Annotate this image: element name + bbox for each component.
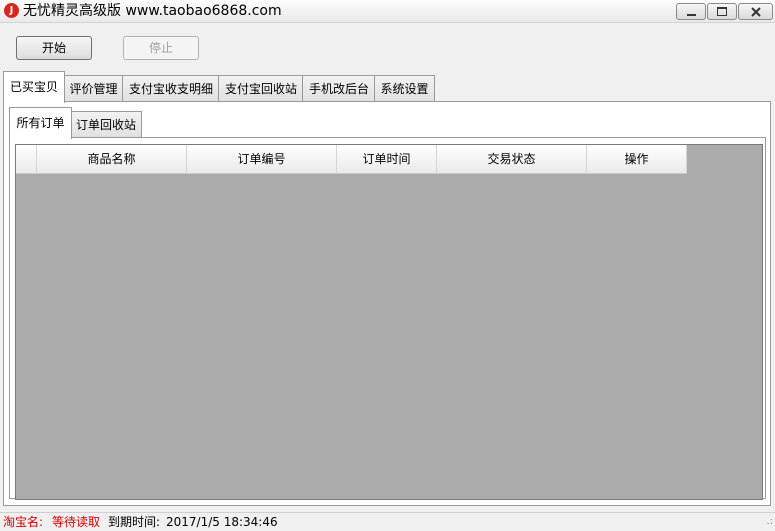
- taobao-name-value: 等待读取: [52, 515, 101, 529]
- tab-system-settings[interactable]: 系统设置: [374, 75, 435, 102]
- title-bar: J 无忧精灵高级版 www.taobao6868.com: [0, 0, 775, 23]
- column-header-actions[interactable]: 操作: [587, 145, 687, 173]
- close-button[interactable]: [738, 3, 773, 20]
- maximize-button[interactable]: [707, 3, 737, 20]
- tab-purchased-items[interactable]: 已买宝贝: [3, 71, 65, 103]
- stop-button[interactable]: 停止: [123, 36, 199, 60]
- column-header-order-number[interactable]: 订单编号: [187, 145, 337, 173]
- taobao-name-label: 淘宝名:: [3, 515, 44, 529]
- window-title: 无忧精灵高级版 www.taobao6868.com: [23, 3, 282, 19]
- expiry-value: 2017/1/5 18:34:46: [166, 515, 278, 529]
- resize-grip-icon[interactable]: .:: [766, 515, 773, 529]
- minimize-button[interactable]: [676, 3, 706, 20]
- close-icon: [750, 6, 761, 17]
- orders-grid[interactable]: 商品名称 订单编号 订单时间 交易状态 操作: [15, 144, 763, 500]
- app-logo-icon: J: [4, 3, 19, 18]
- column-header-product-name[interactable]: 商品名称: [37, 145, 187, 173]
- minimize-icon: [686, 13, 696, 16]
- column-header-trade-status[interactable]: 交易状态: [437, 145, 587, 173]
- status-bar: 淘宝名: 等待读取 到期时间: 2017/1/5 18:34:46 .:: [0, 512, 775, 531]
- start-button[interactable]: 开始: [16, 36, 92, 60]
- subtab-order-recycle-bin[interactable]: 订单回收站: [70, 111, 142, 138]
- maximize-icon: [717, 7, 727, 16]
- row-header-corner[interactable]: [16, 145, 37, 173]
- grid-header: 商品名称 订单编号 订单时间 交易状态 操作: [16, 145, 687, 174]
- tab-alipay-statement[interactable]: 支付宝收支明细: [122, 75, 220, 102]
- subtab-all-orders[interactable]: 所有订单: [9, 107, 72, 139]
- tab-review-management[interactable]: 评价管理: [63, 75, 124, 102]
- tab-alipay-recycle-bin[interactable]: 支付宝回收站: [218, 75, 304, 102]
- expiry-label: 到期时间:: [108, 515, 161, 529]
- tab-mobile-backend[interactable]: 手机改后台: [302, 75, 376, 102]
- column-header-order-time[interactable]: 订单时间: [337, 145, 437, 173]
